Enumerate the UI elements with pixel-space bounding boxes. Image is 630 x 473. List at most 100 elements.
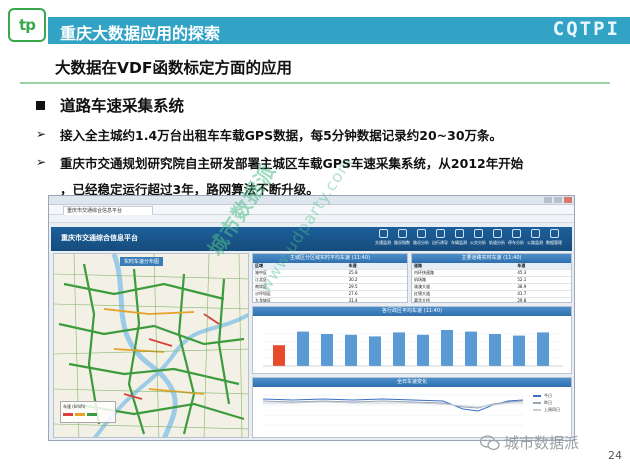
table-cell: 45.3 xyxy=(515,269,571,277)
slide-header: tp 重庆大数据应用的探索 CQTPI xyxy=(0,0,630,44)
nav-icon xyxy=(530,229,540,238)
table-cell: 渝澳大道 xyxy=(412,283,516,291)
maximize-icon xyxy=(554,197,562,203)
app-nav-item[interactable]: 路况分析 xyxy=(413,229,429,249)
wechat-account: 城市数据派 xyxy=(480,432,579,453)
section-heading: 道路车速采集系统 xyxy=(60,97,185,115)
table-cell: 41.7 xyxy=(515,290,571,298)
wechat-account-name: 城市数据派 xyxy=(504,434,580,452)
bar xyxy=(465,331,477,366)
app-nav: 交通监测 路况指数 路况分析 出行诱导 车辆监测 公交分析 轨道分析 停车分析 公路监测 数据管理 xyxy=(375,229,562,249)
bar xyxy=(393,332,405,366)
table-row: 沙坪坝区 27.6 xyxy=(253,290,407,298)
subtitle-divider xyxy=(20,82,610,84)
app-nav-item[interactable]: 公路监测 xyxy=(527,229,543,249)
page-number: 24 xyxy=(608,449,622,462)
table-cell: 嘉华大桥 xyxy=(412,297,516,302)
table-cell: 29.5 xyxy=(346,283,407,291)
legend-today: 今日 xyxy=(544,392,552,398)
app-nav-label: 轨道分析 xyxy=(489,240,505,245)
app-nav-label: 出行诱导 xyxy=(432,240,448,245)
nav-icon xyxy=(473,229,483,238)
arrow-bullet-icon: ➢ xyxy=(36,127,47,141)
square-bullet-icon xyxy=(36,101,45,110)
nav-icon xyxy=(378,229,388,238)
app-nav-label: 停车分析 xyxy=(508,240,524,245)
bar xyxy=(273,345,285,366)
slide-title: 重庆大数据应用的探索 xyxy=(60,24,221,43)
map-legend: 车速 (km/h) xyxy=(60,401,116,423)
daily-speed-line-panel: 全日车速变化 今日 昨日 上周同日 xyxy=(252,377,572,438)
bar xyxy=(513,335,525,366)
nav-icon xyxy=(454,229,464,238)
app-nav-item[interactable]: 出行诱导 xyxy=(432,229,448,249)
nav-icon xyxy=(511,229,521,238)
app-nav-label: 公交分析 xyxy=(470,240,486,245)
table-cell: 九龙坡区 xyxy=(253,297,347,302)
arrow-bullet-icon: ➢ xyxy=(36,155,47,169)
series-lastweek-line xyxy=(263,401,523,408)
app-nav-item[interactable]: 轨道分析 xyxy=(489,229,505,249)
daily-speed-line-chart: 今日 昨日 上周同日 xyxy=(262,392,560,426)
app-nav-item[interactable]: 公交分析 xyxy=(470,229,486,249)
app-nav-label: 车辆监测 xyxy=(451,240,467,245)
app-nav-item[interactable]: 交通监测 xyxy=(375,229,391,249)
table-row: 九龙坡区 31.4 xyxy=(253,297,407,302)
table-cell: 25.8 xyxy=(346,269,407,277)
legend-title: 车速 (km/h) xyxy=(63,404,86,409)
table-cell: 30.2 xyxy=(346,276,407,284)
nav-icon xyxy=(549,229,559,238)
table-cell: 38.9 xyxy=(515,283,571,291)
legend-yesterday: 昨日 xyxy=(544,399,552,405)
road-speed-table-panel: 主要道路实时车速 (11:40) 道路 车速 内环快速路 45.3 机场路 52.1 渝澳大… xyxy=(411,253,572,303)
table-cell: 内环快速路 xyxy=(412,269,516,277)
table-cell: 27.6 xyxy=(346,290,407,298)
series-yesterday-line xyxy=(262,400,524,409)
panel-title: 全日车速变化 xyxy=(253,378,571,387)
table-row: 红锦大道 41.7 xyxy=(412,290,571,298)
nav-icon xyxy=(492,229,502,238)
app-nav-label: 路况指数 xyxy=(394,240,410,245)
browser-tab: 重庆市交通综合信息平台 xyxy=(63,206,153,215)
minimize-icon xyxy=(544,197,552,203)
legend-swatch-green xyxy=(87,413,97,416)
close-icon xyxy=(564,197,572,203)
brand-logo-text: CQTPI xyxy=(552,18,620,40)
app-nav-item[interactable]: 路况指数 xyxy=(394,229,410,249)
bar xyxy=(345,334,357,366)
app-nav-item[interactable]: 数据管理 xyxy=(546,229,562,249)
wechat-icon xyxy=(480,434,500,450)
legend-lastweek: 上周同日 xyxy=(544,406,560,412)
app-nav-label: 交通监测 xyxy=(375,240,391,245)
table-row: 渝澳大道 38.9 xyxy=(412,283,571,291)
panel-title: 各行政区平均车速 (11:40) xyxy=(253,307,571,316)
table-row: 嘉华大桥 29.8 xyxy=(412,297,571,302)
table-row: 机场路 52.1 xyxy=(412,276,571,284)
map-label: 实时车速分布图 xyxy=(120,257,164,266)
bar xyxy=(321,334,333,366)
app-nav-item[interactable]: 停车分析 xyxy=(508,229,524,249)
bullet-line-1: 接入全主城约1.4万台出租车车载GPS数据，每5分钟数据记录约20~30万条。 xyxy=(60,128,503,143)
table-cell: 52.1 xyxy=(515,276,571,284)
bar xyxy=(489,334,501,366)
panel-title: 主要道路实时车速 (11:40) xyxy=(412,254,571,263)
slide-subtitle: 大数据在VDF函数标定方面的应用 xyxy=(55,59,292,77)
nav-icon xyxy=(397,229,407,238)
app-nav-label: 数据管理 xyxy=(546,240,562,245)
legend-swatch-orange xyxy=(75,413,85,416)
district-speed-bar-chart xyxy=(263,330,563,367)
bar xyxy=(441,330,453,366)
table-cell: 机场路 xyxy=(412,276,516,284)
nav-icon xyxy=(435,229,445,238)
bar xyxy=(369,336,381,366)
bar xyxy=(297,331,309,366)
nav-icon xyxy=(416,229,426,238)
cqtpi-logo: tp xyxy=(8,8,46,42)
bar xyxy=(417,334,429,366)
app-nav-label: 路况分析 xyxy=(413,240,429,245)
road-speed-table: 道路 车速 内环快速路 45.3 机场路 52.1 渝澳大道 38.9 红锦大道 41.7 嘉华大桥… xyxy=(412,263,571,302)
app-nav-item[interactable]: 车辆监测 xyxy=(451,229,467,249)
table-row: 内环快速路 45.3 xyxy=(412,269,571,277)
table-cell: 31.4 xyxy=(346,297,407,302)
table-cell: 红锦大道 xyxy=(412,290,516,298)
